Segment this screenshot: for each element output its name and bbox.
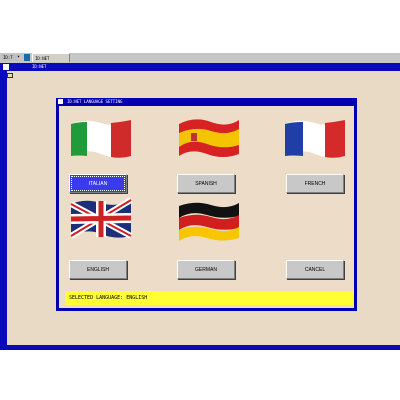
app-window: ID:NET ID:NET LANGUAGE SETTING ITALIAN S…: [0, 63, 400, 350]
uk-flag-icon: [69, 197, 133, 239]
dialog-menu-icon[interactable]: [58, 99, 63, 104]
france-flag-icon: [285, 120, 345, 158]
chevron-down-icon[interactable]: ▾: [17, 54, 22, 61]
dialog-client: ITALIAN SPANISH FRENCH ENGLISH GERMAN CA…: [59, 106, 354, 308]
selected-language-status: SELECTED LANGUAGE: ENGLISH: [65, 291, 354, 305]
app-icon: [24, 54, 30, 61]
german-button[interactable]: GERMAN: [177, 260, 235, 279]
germany-flag-icon: [179, 202, 239, 241]
app-title: ID:NET: [32, 64, 47, 69]
dialog-title-bar: ID:NET LANGUAGE SETTING: [56, 98, 357, 105]
spain-flag-icon: [179, 119, 239, 157]
language-setting-dialog: ID:NET LANGUAGE SETTING ITALIAN SPANISH …: [56, 98, 357, 311]
french-button[interactable]: FRENCH: [286, 174, 344, 193]
window-control-icon[interactable]: [7, 73, 13, 78]
italian-button[interactable]: ITALIAN: [69, 174, 127, 193]
system-menu-icon[interactable]: [3, 64, 9, 70]
taskbar-combo[interactable]: ID:T: [2, 54, 17, 61]
taskbar-tab-idnet[interactable]: ID:NET: [32, 53, 70, 62]
dialog-title: ID:NET LANGUAGE SETTING: [67, 99, 123, 104]
app-client-area: ID:NET LANGUAGE SETTING ITALIAN SPANISH …: [7, 71, 400, 345]
cancel-button[interactable]: CANCEL: [286, 260, 344, 279]
english-button[interactable]: ENGLISH: [69, 260, 127, 279]
italy-flag-icon: [71, 120, 131, 158]
app-title-bar: ID:NET: [0, 63, 400, 71]
spanish-button[interactable]: SPANISH: [177, 174, 235, 193]
